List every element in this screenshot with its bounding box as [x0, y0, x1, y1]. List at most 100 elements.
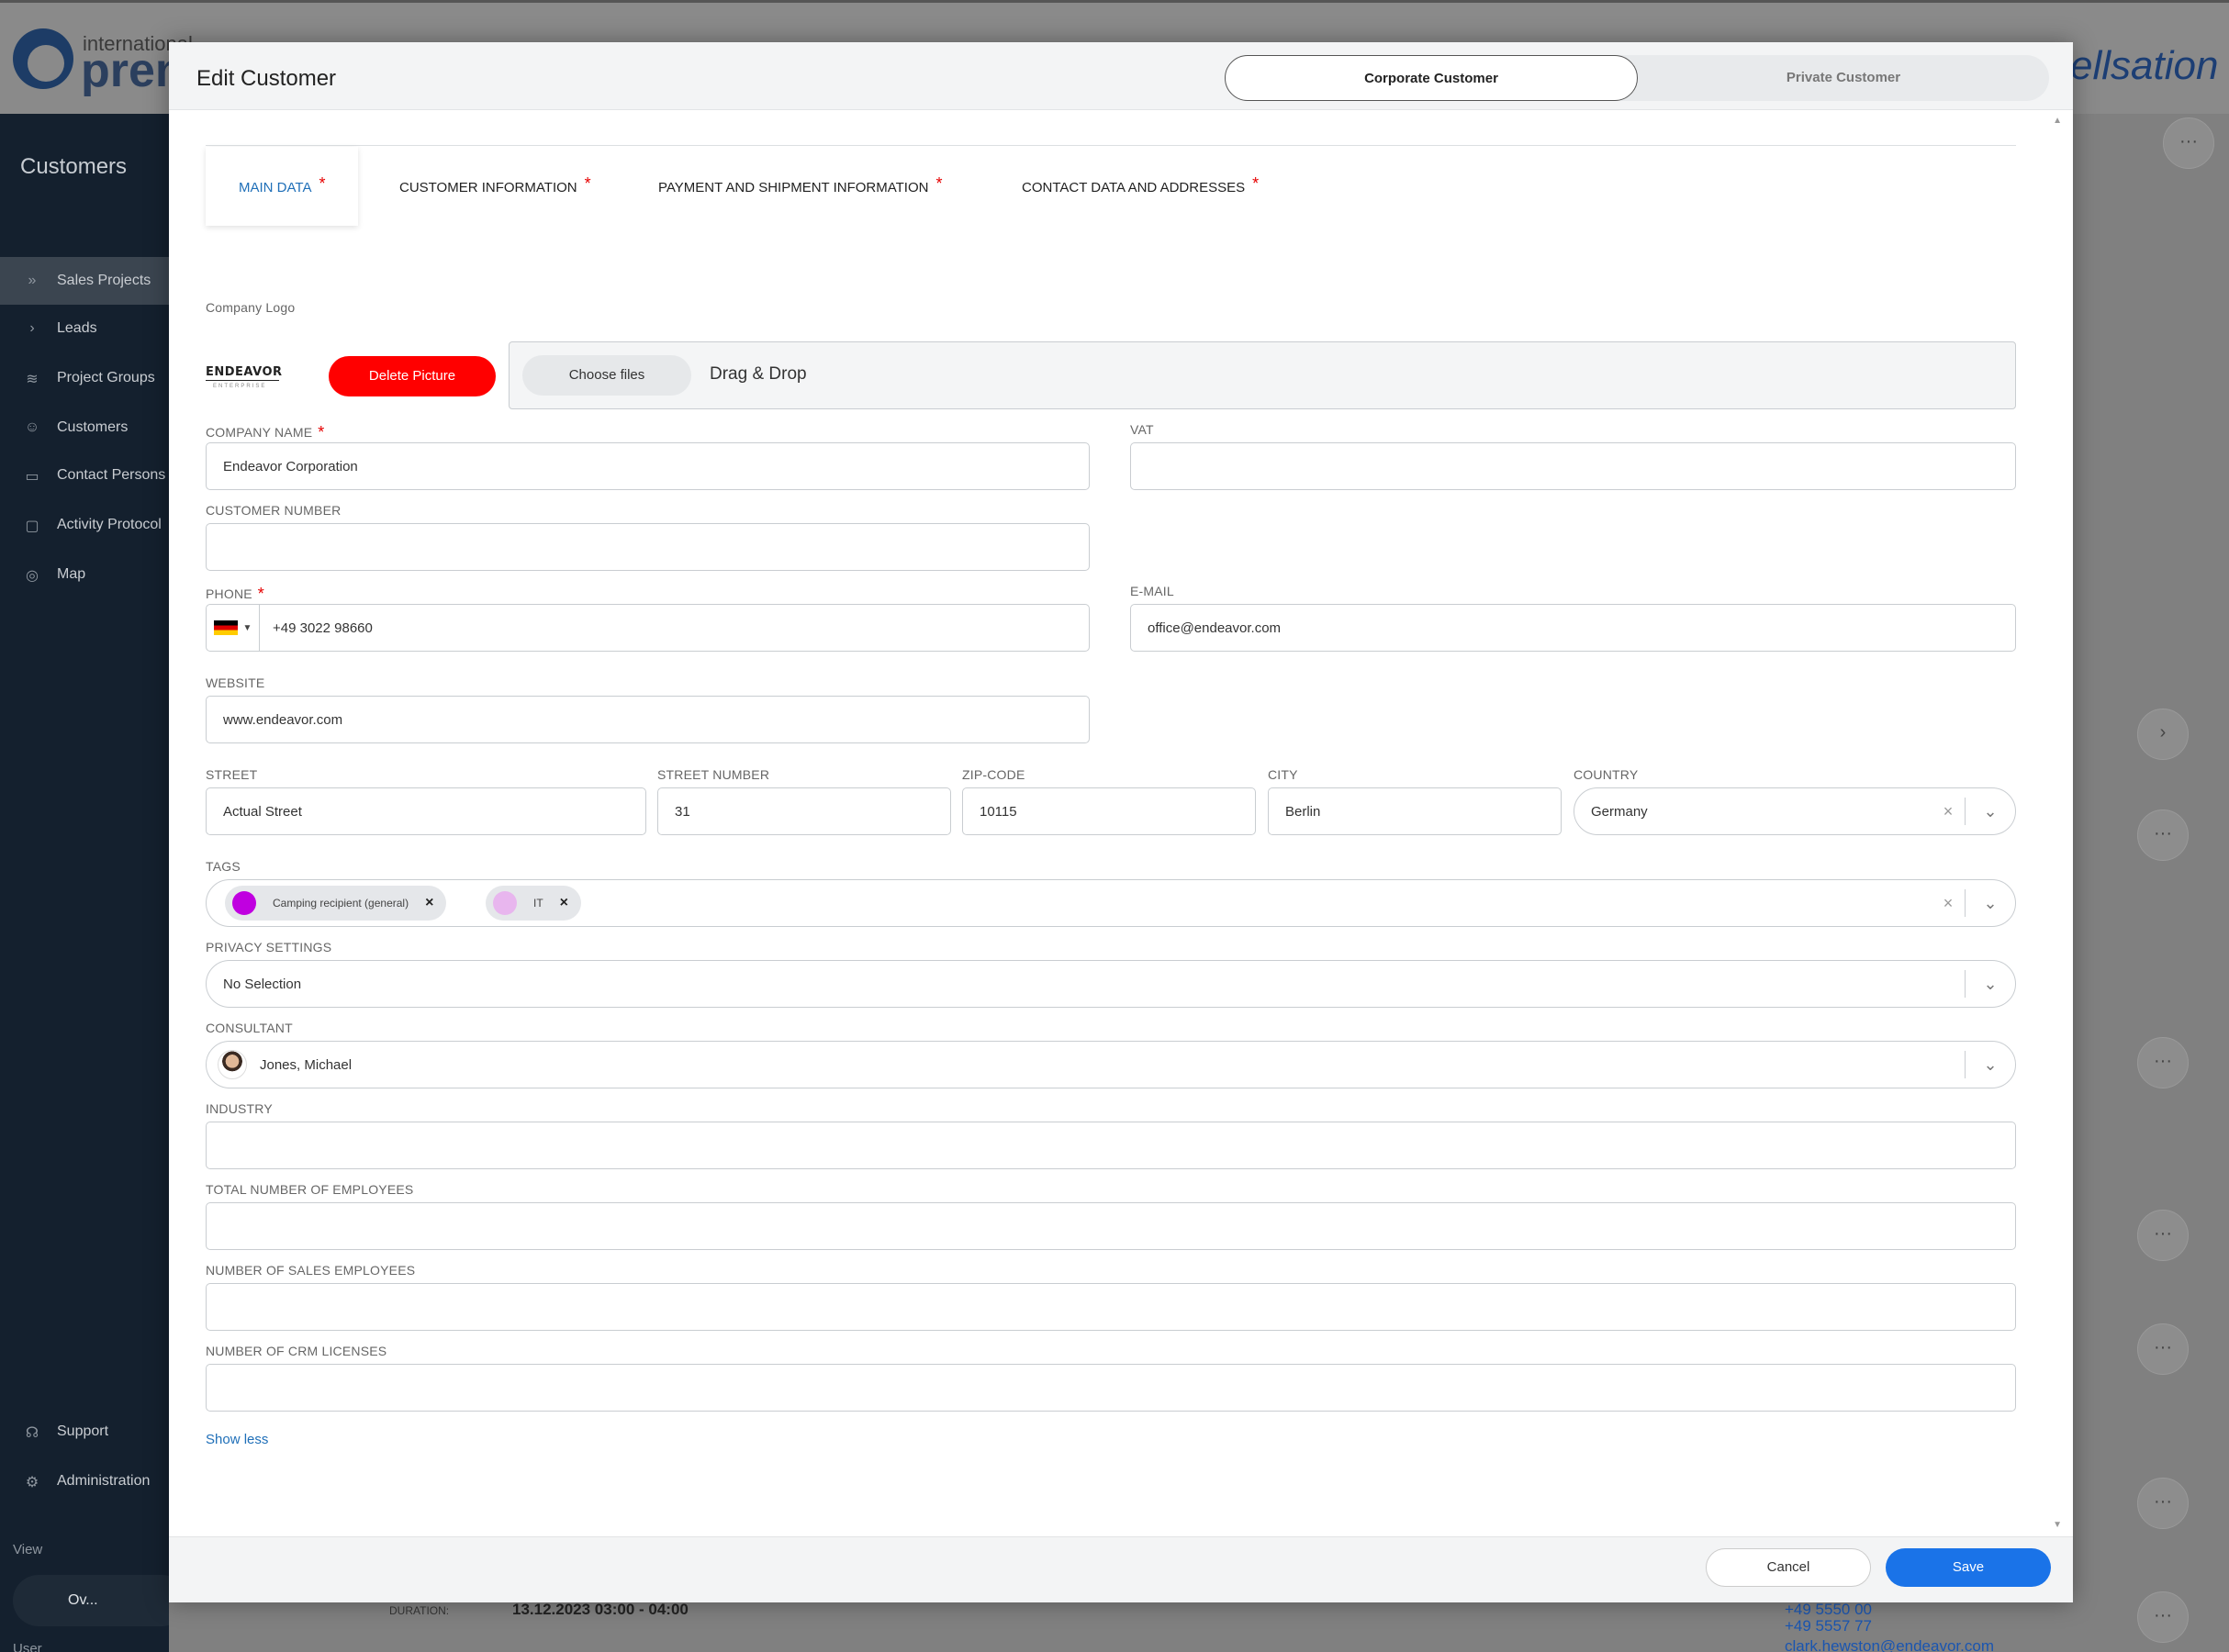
sidebar-item-administration[interactable]: ⚙ Administration [0, 1457, 169, 1505]
tab-label: CUSTOMER INFORMATION [399, 180, 577, 195]
scroll-down-arrow-icon[interactable]: ▼ [2053, 1520, 2062, 1530]
row-menu-button[interactable]: ··· [2137, 1591, 2189, 1643]
country-select[interactable]: Germany × ⌄ [1574, 787, 2016, 835]
email-label: E-MAIL [1130, 584, 1174, 598]
tab-contact-data-addresses[interactable]: CONTACT DATA AND ADDRESSES * [1022, 147, 1259, 226]
choose-files-button[interactable]: Choose files [522, 355, 691, 396]
dialog-header: Edit Customer Corporate Customer Private… [169, 42, 2073, 110]
background-phone[interactable]: +49 5557 77 [1785, 1617, 1872, 1635]
street-number-label: STREET NUMBER [657, 767, 770, 782]
required-marker: * [584, 174, 591, 193]
dialog-title: Edit Customer [196, 66, 337, 91]
remove-tag-icon[interactable]: × [425, 895, 433, 911]
required-marker: * [935, 174, 943, 193]
required-marker: * [319, 174, 326, 193]
tags-select[interactable]: Camping recipient (general) × IT × × ⌄ [206, 879, 2016, 927]
street-input[interactable]: Actual Street [206, 787, 646, 835]
dialog-footer: Cancel Save [169, 1536, 2073, 1602]
select-controls: × ⌄ [1932, 788, 2015, 834]
clear-icon[interactable]: × [1932, 894, 1965, 913]
row-menu-button[interactable]: ··· [2137, 1478, 2189, 1529]
street-number-input[interactable]: 31 [657, 787, 951, 835]
chevron-down-icon[interactable]: ⌄ [1966, 894, 2015, 913]
row-menu-button[interactable]: ··· [2137, 809, 2189, 861]
industry-label: INDUSTRY [206, 1101, 273, 1116]
show-less-link[interactable]: Show less [206, 1432, 268, 1447]
row-menu-button[interactable]: ··· [2137, 1210, 2189, 1261]
sidebar-item-contact-persons[interactable]: ▭ Contact Persons [0, 452, 169, 499]
view-selector-value: Ov... [68, 1592, 98, 1608]
phone-label: PHONE * [206, 585, 265, 603]
industry-input[interactable] [206, 1122, 2016, 1169]
sidebar-item-map[interactable]: ◎ Map [0, 551, 169, 598]
street-label: STREET [206, 767, 258, 782]
tab-main-data[interactable]: MAIN DATA * [206, 147, 359, 226]
edit-customer-dialog: Edit Customer Corporate Customer Private… [169, 42, 2073, 1602]
chevron-down-icon[interactable]: ⌄ [1966, 975, 2015, 994]
private-customer-option[interactable]: Private Customer [1638, 55, 2049, 101]
chevron-down-icon[interactable]: ⌄ [1966, 1055, 2015, 1075]
sidebar-item-label: Leads [57, 320, 97, 336]
next-arrow-button[interactable]: › [2137, 709, 2189, 760]
sidebar-item-customers[interactable]: ☺ Customers [0, 404, 169, 452]
scroll-up-arrow-icon[interactable]: ▲ [2053, 116, 2062, 126]
city-input[interactable]: Berlin [1268, 787, 1562, 835]
email-input[interactable]: office@endeavor.com [1130, 604, 2016, 652]
vat-input[interactable] [1130, 442, 2016, 490]
view-selector[interactable]: Ov... [13, 1575, 187, 1626]
row-menu-button[interactable]: ··· [2137, 1323, 2189, 1375]
brand-logo: ellsation [2070, 43, 2219, 88]
customer-number-input[interactable] [206, 523, 1090, 571]
remove-tag-icon[interactable]: × [560, 895, 568, 911]
sales-employees-input[interactable] [206, 1283, 2016, 1331]
sidebar-item-label: Contact Persons [57, 467, 166, 483]
select-controls: ⌄ [1965, 961, 2015, 1007]
tab-payment-shipment[interactable]: PAYMENT AND SHIPMENT INFORMATION * [658, 147, 943, 226]
chevrons-right-icon: » [28, 273, 37, 288]
id-card-icon: ▭ [25, 469, 39, 485]
sidebar-item-activity-protocol[interactable]: ▢ Activity Protocol [0, 501, 169, 549]
sidebar-item-support[interactable]: ☊ Support [0, 1408, 169, 1456]
total-employees-input[interactable] [206, 1202, 2016, 1250]
sidebar-item-leads[interactable]: › Leads [0, 305, 169, 352]
sidebar-item-project-groups[interactable]: ≋ Project Groups [0, 354, 169, 402]
consultant-select[interactable]: Jones, Michael ⌄ [206, 1041, 2016, 1088]
tab-label: MAIN DATA [239, 180, 312, 195]
country-value: Germany [1591, 803, 1648, 820]
zip-code-input[interactable]: 10115 [962, 787, 1256, 835]
website-input[interactable]: www.endeavor.com [206, 696, 1090, 743]
drag-drop-text: Drag & Drop [710, 364, 807, 384]
company-logo-image: ENDEAVOR ENTERPRISE [206, 360, 288, 391]
tab-customer-information[interactable]: CUSTOMER INFORMATION * [399, 147, 591, 226]
customer-number-label: CUSTOMER NUMBER [206, 503, 342, 518]
file-dropzone[interactable]: Choose files Drag & Drop [509, 341, 2016, 409]
tag-color-dot [493, 891, 517, 915]
duration-label: DURATION: [389, 1604, 450, 1617]
divider [206, 145, 2016, 146]
phone-input[interactable]: ▼ +49 3022 98660 [206, 604, 1090, 652]
required-marker: * [1252, 174, 1260, 193]
sidebar-item-sales-projects[interactable]: » Sales Projects [0, 257, 169, 305]
crm-licenses-input[interactable] [206, 1364, 2016, 1412]
privacy-settings-select[interactable]: No Selection ⌄ [206, 960, 2016, 1008]
vat-label: VAT [1130, 422, 1154, 437]
background-phone[interactable]: +49 5550 00 [1785, 1601, 1872, 1619]
users-icon: ☺ [24, 419, 40, 435]
consultant-label: CONSULTANT [206, 1021, 293, 1035]
sidebar-item-label: Support [57, 1423, 109, 1439]
phone-value: +49 3022 98660 [273, 620, 373, 636]
row-menu-button[interactable]: ··· [2137, 1037, 2189, 1088]
country-code-selector[interactable]: ▼ [207, 605, 260, 651]
save-button[interactable]: Save [1886, 1548, 2051, 1587]
more-options-button[interactable]: ··· [2163, 117, 2214, 169]
logo-subtext: ENTERPRISE [213, 384, 267, 389]
tag-color-dot [232, 891, 256, 915]
cancel-button[interactable]: Cancel [1706, 1548, 1871, 1587]
tag-chip: IT × [486, 886, 582, 921]
background-email-link[interactable]: clark.hewston@endeavor.com [1785, 1637, 1994, 1652]
clear-icon[interactable]: × [1932, 802, 1965, 821]
company-name-input[interactable]: Endeavor Corporation [206, 442, 1090, 490]
chevron-down-icon[interactable]: ⌄ [1966, 802, 2015, 821]
delete-picture-button[interactable]: Delete Picture [329, 356, 496, 396]
corporate-customer-option[interactable]: Corporate Customer [1225, 55, 1638, 101]
